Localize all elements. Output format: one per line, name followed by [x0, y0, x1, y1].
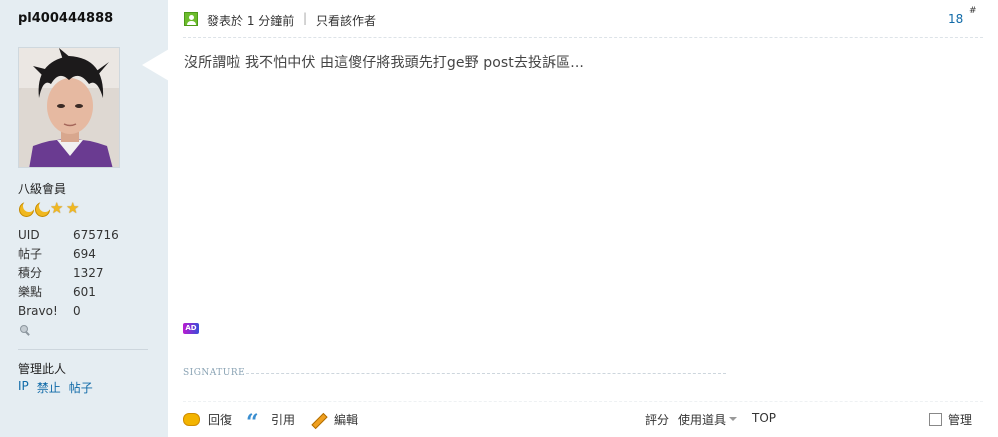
manage-posts-link[interactable]: 帖子 — [69, 379, 93, 396]
moon-icon — [18, 200, 35, 217]
stat-value: 1327 — [73, 266, 104, 280]
quote-label: 引用 — [271, 413, 296, 427]
stat-row-uid: UID 675716 — [18, 226, 119, 245]
signature-label: SIGNATURE — [183, 368, 246, 378]
manage-ban-link[interactable]: 禁止 — [37, 379, 61, 396]
stat-label: Bravo! — [18, 304, 58, 318]
stat-row-posts: 帖子 694 — [18, 245, 119, 264]
signature-divider — [246, 373, 726, 374]
rank-stars: ★ ★ — [18, 199, 81, 217]
stat-label: UID — [18, 228, 40, 242]
stat-value[interactable]: 694 — [73, 245, 96, 264]
header-divider — [183, 37, 983, 38]
manage-label[interactable]: 管理 — [948, 411, 972, 428]
manage-ip-link[interactable]: IP — [18, 379, 29, 396]
reply-label: 回復 — [208, 413, 233, 427]
stat-value: 601 — [73, 285, 96, 299]
user-icon — [184, 12, 198, 26]
manage-checkbox[interactable] — [929, 413, 942, 426]
edit-button[interactable]: 編輯 — [309, 411, 358, 428]
stat-row-lepoints: 樂點 601 — [18, 283, 119, 302]
moon-icon — [34, 200, 51, 217]
floor-number[interactable]: 18 — [948, 12, 963, 26]
stat-label: 積分 — [18, 266, 43, 280]
reply-button[interactable]: 回復 — [183, 411, 232, 428]
author-rank: 八級會員 — [18, 182, 67, 196]
chevron-down-icon[interactable] — [729, 417, 737, 421]
star-icon: ★ — [50, 199, 64, 217]
quote-icon: “ — [246, 412, 259, 427]
only-author-link[interactable]: 只看該作者 — [316, 12, 376, 29]
manage-user-links: IP 禁止 帖子 — [18, 379, 93, 396]
quote-button[interactable]: “ 引用 — [246, 411, 295, 428]
stat-value: 675716 — [73, 228, 119, 242]
manage-user-label: 管理此人 — [18, 362, 67, 376]
stat-label: 帖子 — [18, 247, 43, 261]
panel-divider — [18, 349, 148, 350]
online-status-icon — [19, 324, 31, 336]
header-separator: | — [303, 11, 308, 25]
stat-label: 樂點 — [18, 285, 43, 299]
stat-row-points: 積分 1327 — [18, 264, 119, 283]
star-icon: ★ — [66, 199, 80, 217]
top-button[interactable]: TOP — [752, 411, 776, 425]
edit-icon — [309, 412, 326, 427]
rate-button[interactable]: 評分 — [645, 411, 669, 428]
floor-mark: # — [969, 6, 977, 16]
footer-divider — [183, 401, 983, 402]
author-stats: UID 675716 帖子 694 積分 1327 樂點 601 Bravo! … — [18, 226, 119, 321]
post-message: 沒所謂啦 我不怕中伏 由這傻仔將我頭先打ge野 post去投訴區... — [184, 55, 584, 71]
use-tools-button[interactable]: 使用道具 — [678, 411, 726, 428]
reply-icon — [183, 413, 200, 426]
author-username[interactable]: pl400444888 — [18, 11, 113, 26]
stat-value: 0 — [73, 304, 81, 318]
ad-badge[interactable]: AD — [183, 323, 199, 334]
speech-pointer — [142, 49, 169, 81]
edit-label: 編輯 — [334, 413, 359, 427]
post-time: 發表於 1 分鐘前 — [207, 14, 295, 28]
stat-row-bravo: Bravo! 0 — [18, 302, 119, 321]
avatar[interactable] — [18, 47, 120, 168]
